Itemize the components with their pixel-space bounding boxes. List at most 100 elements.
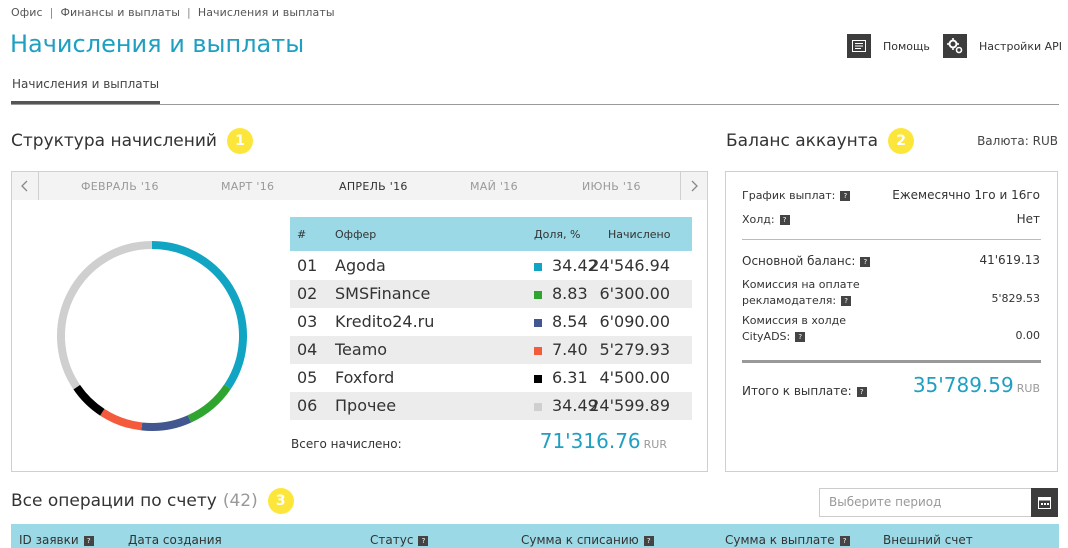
row-num: 06 <box>297 396 318 415</box>
question-icon[interactable]: ? <box>839 535 850 546</box>
tab-divider <box>11 104 1059 105</box>
donut-segment <box>100 408 143 431</box>
total-accrued-currency: RUR <box>643 438 667 451</box>
row-offer: SMSFinance <box>335 284 431 303</box>
question-icon[interactable]: ? <box>856 386 867 397</box>
col-offer: Оффер <box>335 228 377 241</box>
schedule-value: Ежемесячно 1го и 16го <box>892 188 1040 202</box>
question-icon[interactable]: ? <box>643 535 654 546</box>
total-payout-label: Итого к выплате:? <box>742 384 867 398</box>
balance-badge: 2 <box>888 128 915 154</box>
operations-count: (42) <box>222 491 258 511</box>
adv-fee-label: Комиссия на оплате рекламодателя:? <box>742 278 860 307</box>
chevron-right-icon <box>691 180 698 192</box>
row-offer: Прочее <box>335 396 397 415</box>
row-num: 05 <box>297 368 318 387</box>
row-accrued: 24'599.89 <box>589 396 670 415</box>
row-share: 34.42 <box>534 252 598 280</box>
row-offer: Teamo <box>335 340 388 359</box>
color-swatch <box>534 290 542 299</box>
table-row: 03 Kredito24.ru 8.54 6'090.00 <box>290 308 692 336</box>
hold-label: Холд:? <box>742 213 790 226</box>
month-jun[interactable]: ИЮНЬ '16 <box>582 180 641 193</box>
operations-table-header: ID заявки? Дата создания Статус? Сумма к… <box>11 524 1059 548</box>
row-share: 8.83 <box>534 280 588 308</box>
divider <box>742 239 1041 240</box>
total-payout-value: 35'789.59 <box>912 373 1014 397</box>
prev-month-button[interactable] <box>12 172 39 200</box>
donut-segment <box>57 241 153 390</box>
color-swatch <box>534 318 542 327</box>
calendar-icon <box>1038 497 1051 509</box>
structure-badge: 1 <box>226 128 253 154</box>
period-input[interactable]: Выберите период <box>819 488 1032 517</box>
table-row: 04 Teamo 7.40 5'279.93 <box>290 336 692 364</box>
structure-title: Структура начислений <box>11 131 217 151</box>
offers-table-header: # Оффер Доля, % Начислено <box>290 217 692 251</box>
breadcrumb-finance[interactable]: Финансы и выплаты <box>60 6 180 19</box>
table-row: 06 Прочее 34.49 24'599.89 <box>290 392 692 420</box>
month-may[interactable]: МАЙ '16 <box>470 180 518 193</box>
chevron-left-icon <box>21 180 28 192</box>
question-icon[interactable]: ? <box>418 535 429 546</box>
question-icon[interactable]: ? <box>860 256 871 267</box>
help-button[interactable]: Помощь <box>847 34 930 58</box>
page-title: Начисления и выплаты <box>10 30 305 58</box>
tab-accruals[interactable]: Начисления и выплаты <box>12 77 159 91</box>
table-row: 01 Agoda 34.42 24'546.94 <box>290 252 692 280</box>
donut-segment <box>151 241 247 390</box>
col-id: ID заявки? <box>19 533 94 547</box>
total-accrued: 71'316.76 RUR <box>540 429 667 453</box>
row-num: 02 <box>297 284 318 303</box>
api-settings-button[interactable]: Настройки API <box>943 34 1062 58</box>
structure-heading: Структура начислений 1 <box>11 128 253 154</box>
row-accrued: 5'279.93 <box>599 340 670 359</box>
row-offer: Foxford <box>335 368 395 387</box>
structure-panel: # Оффер Доля, % Начислено 01 Agoda 34.42 24… <box>11 200 708 472</box>
total-accrued-label: Всего начислено: <box>291 437 402 451</box>
month-feb[interactable]: ФЕВРАЛЬ '16 <box>81 180 159 193</box>
row-share: 8.54 <box>534 308 588 336</box>
color-swatch <box>534 374 542 383</box>
total-accrued-value: 71'316.76 <box>539 429 641 453</box>
month-mar[interactable]: МАРТ '16 <box>221 180 274 193</box>
donut-segment <box>187 384 231 423</box>
month-apr[interactable]: АПРЕЛЬ '16 <box>339 180 408 193</box>
breadcrumb-accruals[interactable]: Начисления и выплаты <box>198 6 335 19</box>
col-num: # <box>297 228 307 241</box>
col-created[interactable]: Дата создания <box>128 533 222 547</box>
color-swatch <box>534 346 542 355</box>
row-share: 6.31 <box>534 364 588 392</box>
adv-fee-value: 5'829.53 <box>991 292 1040 305</box>
offers-table-body: 01 Agoda 34.42 24'546.94 02 SMSFinance 8.83 6'3… <box>290 252 692 420</box>
question-icon[interactable]: ? <box>83 535 94 546</box>
next-month-button[interactable] <box>680 172 707 200</box>
col-debit: Сумма к списанию? <box>521 533 654 547</box>
breadcrumb-office[interactable]: Офис <box>11 6 43 19</box>
balance-panel: График выплат:? Ежемесячно 1го и 16го Хо… <box>725 171 1058 472</box>
breadcrumb: Офис | Финансы и выплаты | Начисления и выпл… <box>11 6 335 19</box>
row-accrued: 24'546.94 <box>589 256 670 275</box>
divider-thick <box>742 360 1041 363</box>
row-share: 34.49 <box>534 392 598 420</box>
gears-icon <box>943 34 967 58</box>
row-accrued: 4'500.00 <box>599 368 670 387</box>
calendar-button[interactable] <box>1031 488 1058 517</box>
table-row: 05 Foxford 6.31 4'500.00 <box>290 364 692 392</box>
main-balance-label: Основной баланс:? <box>742 254 871 268</box>
question-icon[interactable]: ? <box>795 332 806 342</box>
col-accrued: Начислено <box>608 228 671 241</box>
color-swatch <box>534 262 542 271</box>
help-label: Помощь <box>883 39 930 53</box>
col-external-account[interactable]: Внешний счет <box>883 533 973 547</box>
col-share: Доля, % <box>534 228 581 241</box>
col-payout: Сумма к выплате? <box>725 533 850 547</box>
question-icon[interactable]: ? <box>840 191 851 201</box>
question-icon[interactable]: ? <box>841 296 852 306</box>
operations-heading: Все операции по счету (42) 3 <box>11 488 294 514</box>
hold-fee-label: Комиссия в холде CityADS:? <box>742 314 846 343</box>
question-icon[interactable]: ? <box>779 215 790 225</box>
month-selector: ФЕВРАЛЬ '16 МАРТ '16 АПРЕЛЬ '16 МАЙ '16 … <box>11 171 708 201</box>
row-num: 01 <box>297 256 318 275</box>
main-balance-value: 41'619.13 <box>979 253 1040 267</box>
